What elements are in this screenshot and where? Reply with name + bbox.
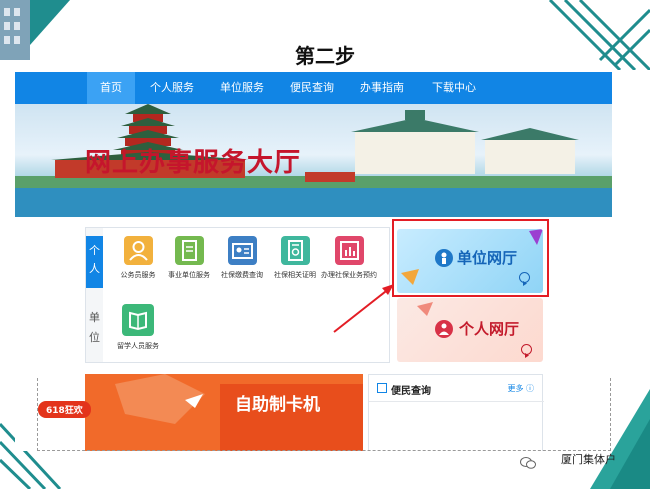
tab-unit-label: 单位 <box>89 311 100 344</box>
banner-title: 网上办事服务大厅 <box>85 148 302 178</box>
service-social-security-payment[interactable]: 社保缴费查询 <box>212 236 272 280</box>
service-label: 社保缴费查询 <box>221 271 263 279</box>
chart-icon <box>334 236 364 265</box>
tab-unit[interactable]: 单位 <box>86 304 103 356</box>
person-icon <box>435 320 453 338</box>
service-social-security-certificate[interactable]: 社保相关证明 <box>265 236 325 280</box>
tab-personal[interactable]: 个人 <box>86 236 103 288</box>
service-label: 社保相关证明 <box>274 271 316 279</box>
person-icon <box>123 236 153 265</box>
nav-guide[interactable]: 办事指南 <box>355 72 409 104</box>
nav-home[interactable]: 首页 <box>87 72 135 104</box>
nav-personal-services[interactable]: 个人服务 <box>145 72 199 104</box>
nav-convenience-query[interactable]: 便民查询 <box>285 72 339 104</box>
service-appointment[interactable]: 办理社保业务预约 <box>319 236 379 280</box>
highlight-box <box>392 219 549 297</box>
footer-source-label: 厦门集体户 <box>561 453 616 466</box>
nav-downloads[interactable]: 下载中心 <box>427 72 481 104</box>
service-label: 留学人员服务 <box>117 342 159 350</box>
dashed-frame <box>37 378 611 451</box>
annotation-arrow-icon <box>333 284 394 333</box>
certificate-icon <box>280 236 310 265</box>
slide-title: 第二步 <box>295 44 355 68</box>
play-icon <box>521 344 532 358</box>
service-label: 办理社保业务预约 <box>321 271 377 279</box>
book-icon <box>122 304 154 336</box>
personal-portal-label: 个人网厅 <box>459 320 520 338</box>
service-overseas-returnee[interactable]: 留学人员服务 <box>108 304 168 351</box>
wechat-icon <box>520 454 536 469</box>
service-label: 事业单位服务 <box>168 271 210 279</box>
tab-personal-label: 个人 <box>89 244 100 275</box>
nav-unit-services[interactable]: 单位服务 <box>215 72 269 104</box>
id-card-icon <box>227 236 257 265</box>
service-public-institution[interactable]: 事业单位服务 <box>159 236 219 280</box>
document-icon <box>174 236 204 265</box>
personal-portal-card[interactable]: 个人网厅 <box>397 298 543 362</box>
main-navigation: 首页 个人服务 单位服务 便民查询 办事指南 下载中心 <box>15 72 612 104</box>
hero-banner: 网上办事服务大厅 <box>15 104 612 217</box>
